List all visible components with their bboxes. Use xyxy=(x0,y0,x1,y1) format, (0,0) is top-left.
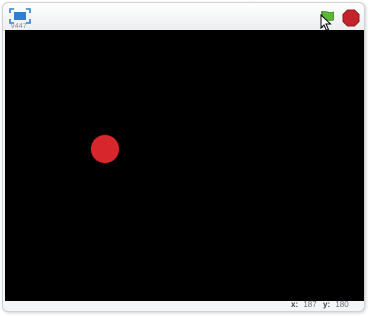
version-label: v447 xyxy=(11,23,27,30)
stop-sign-icon xyxy=(342,9,360,27)
mouse-x-value: 187 xyxy=(303,300,317,309)
stop-button[interactable] xyxy=(342,9,360,27)
mouse-y-label: y: xyxy=(323,300,331,309)
green-flag-icon xyxy=(321,11,334,28)
mouse-x-label: x: xyxy=(291,300,299,309)
mouse-y-readout: y: 180 xyxy=(323,299,349,311)
mouse-y-value: 180 xyxy=(335,300,349,309)
mouse-x-readout: x: 187 xyxy=(291,299,317,311)
red-ball-sprite[interactable] xyxy=(91,135,119,163)
player-toolbar: v447 xyxy=(3,3,364,31)
status-bar: x: 187 y: 180 xyxy=(3,299,364,311)
stage-canvas[interactable] xyxy=(5,30,364,301)
presentation-mode-icon xyxy=(9,8,31,24)
green-flag-button[interactable] xyxy=(318,9,338,29)
player-window: v447 x: 187 y: 180 xyxy=(2,2,365,312)
